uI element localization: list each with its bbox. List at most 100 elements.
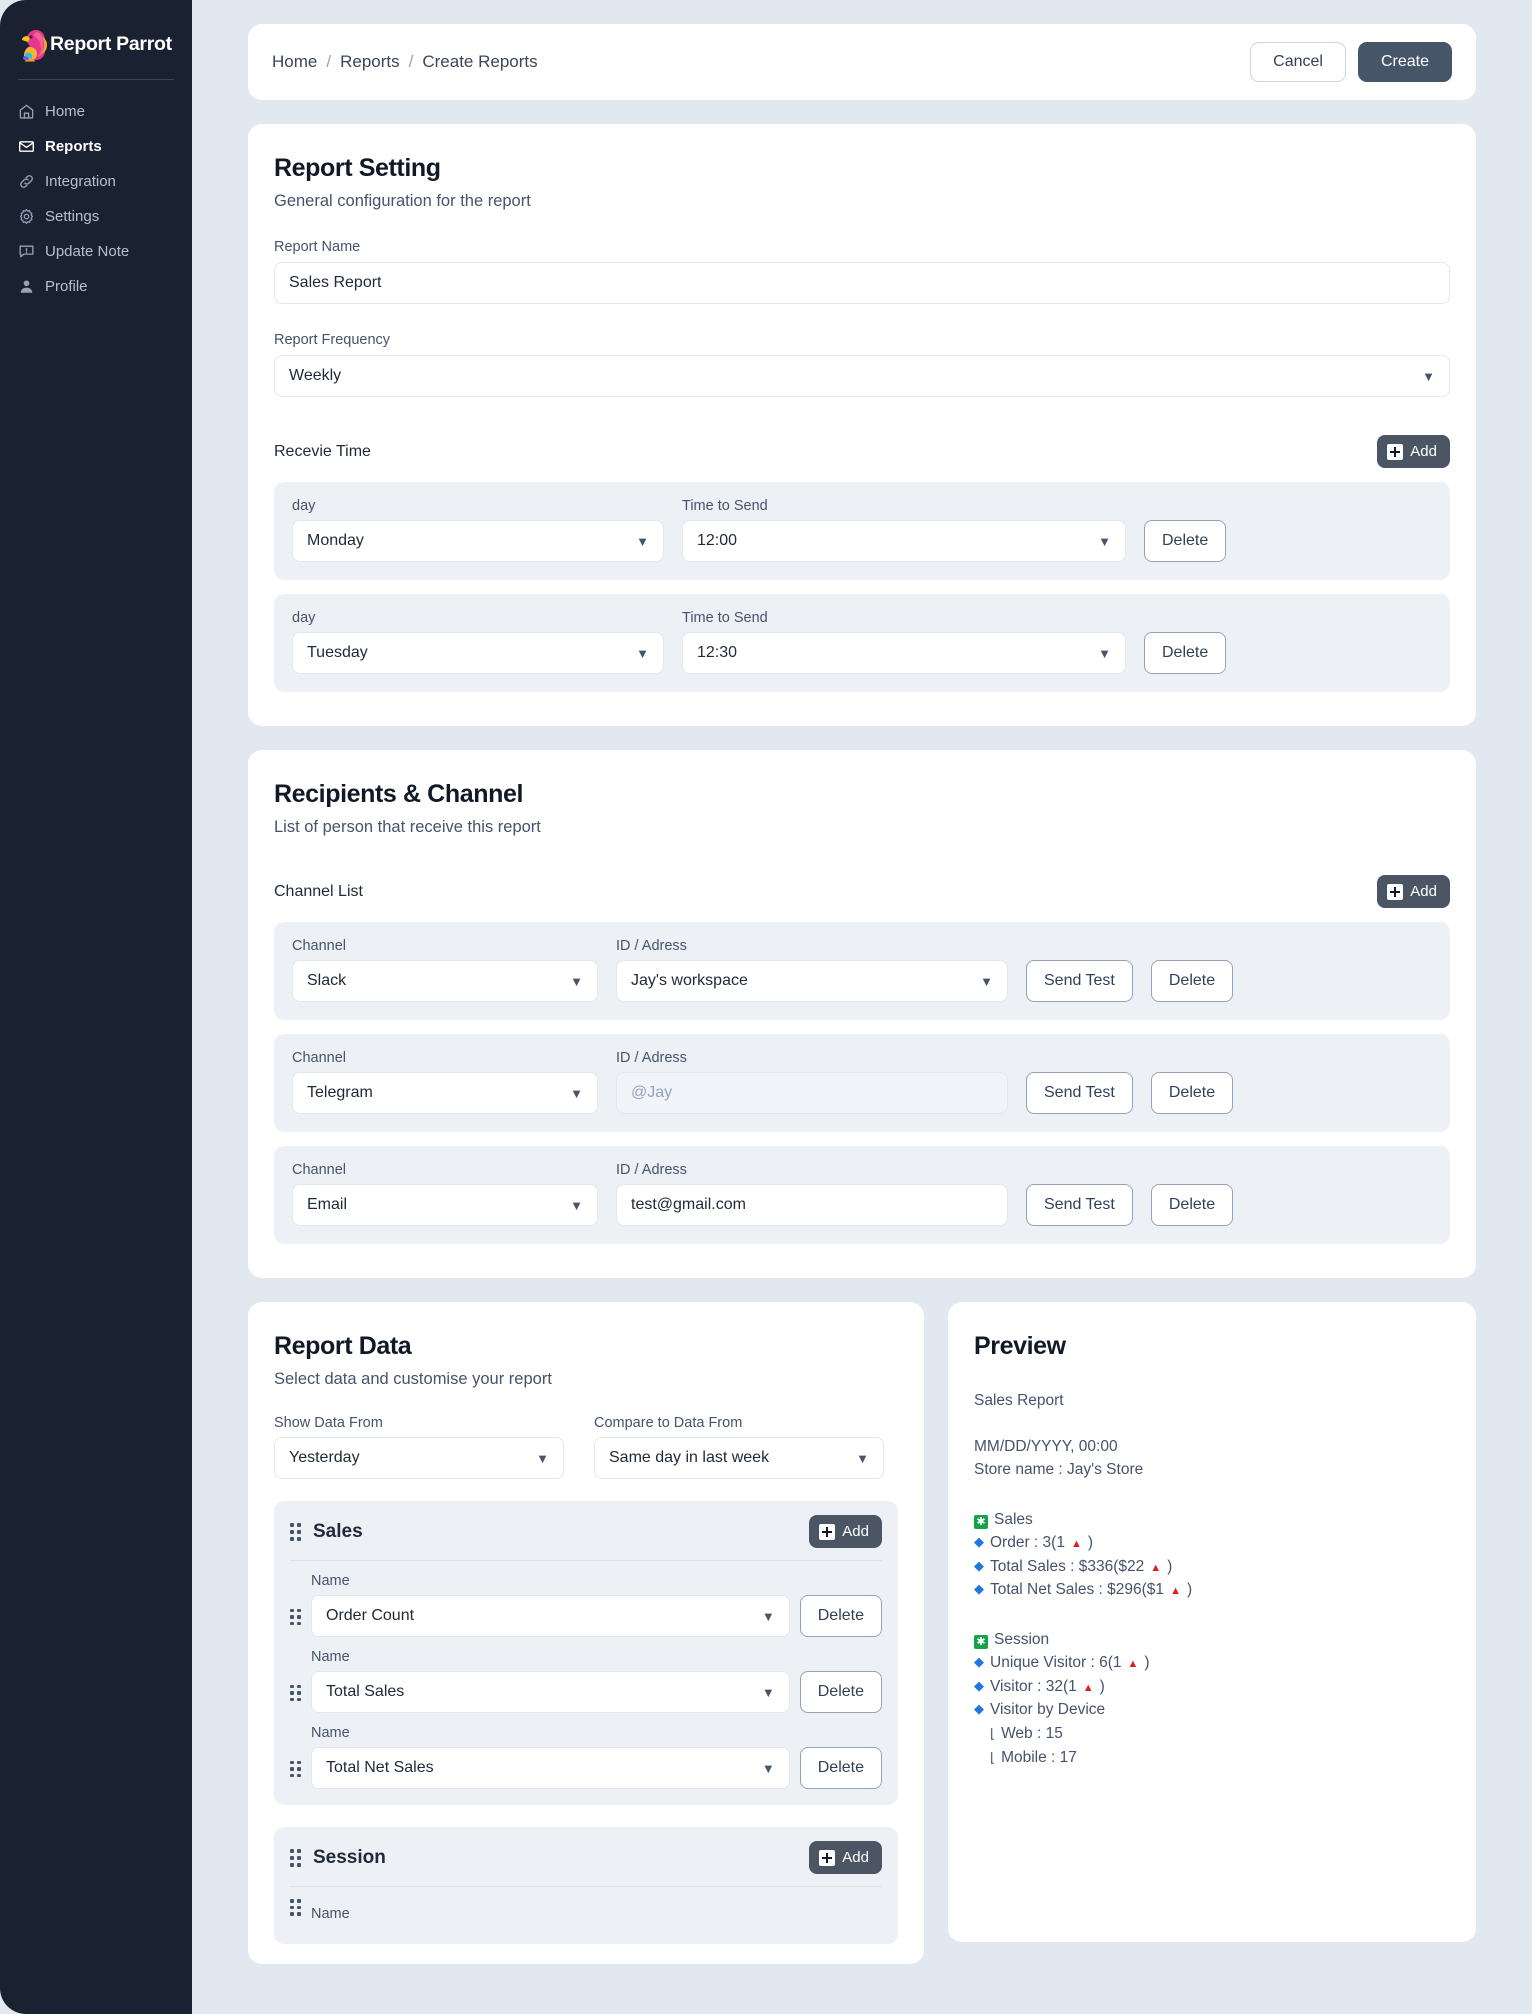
channel-label: Channel bbox=[292, 1162, 347, 1178]
address-input[interactable]: @Jay bbox=[616, 1072, 1008, 1114]
drag-handle-icon[interactable] bbox=[290, 1608, 301, 1638]
sidebar-item-label: Settings bbox=[45, 208, 100, 225]
metric-name-select[interactable]: Total Net Sales ▼ bbox=[311, 1747, 790, 1789]
metric-item: Name Order Count ▼ Delete bbox=[290, 1573, 882, 1637]
drag-handle-icon[interactable] bbox=[290, 1684, 301, 1714]
compare-data-from-label: Compare to Data From bbox=[594, 1415, 743, 1431]
delete-receive-time-button[interactable]: Delete bbox=[1144, 520, 1227, 562]
channel-value: Email bbox=[307, 1196, 348, 1213]
group-header: Sales Add bbox=[290, 1515, 882, 1548]
metric-name-value: Total Net Sales bbox=[326, 1759, 434, 1776]
delete-channel-button[interactable]: Delete bbox=[1150, 1072, 1234, 1114]
message-icon bbox=[18, 243, 35, 260]
preview-subitem: ⌊ Web : 15 bbox=[974, 1722, 1450, 1746]
send-test-button[interactable]: Send Test bbox=[1026, 960, 1133, 1002]
channel-field: Channel Email ▼ bbox=[292, 1162, 598, 1226]
sidebar-item-integration[interactable]: Integration bbox=[0, 164, 192, 199]
breadcrumb-separator: / bbox=[408, 52, 414, 71]
channel-value: Slack bbox=[307, 972, 347, 989]
metric-field: Name bbox=[311, 1906, 882, 1928]
delete-metric-button[interactable]: Delete bbox=[799, 1595, 882, 1637]
preview-metric: ◆ Visitor : 32(1 ▲) bbox=[974, 1675, 1450, 1699]
topbar: Home / Reports / Create Reports Cancel C… bbox=[248, 24, 1476, 100]
metric-name-select[interactable]: Total Sales ▼ bbox=[311, 1671, 790, 1713]
recipients-subtitle: List of person that receive this report bbox=[274, 818, 541, 836]
drag-handle-icon[interactable] bbox=[290, 1760, 301, 1790]
diamond-bullet-icon: ◆ bbox=[974, 1677, 984, 1693]
add-label: Add bbox=[1410, 883, 1437, 900]
preview-metric: ◆ Visitor by Device bbox=[974, 1698, 1450, 1722]
sidebar-item-label: Integration bbox=[45, 173, 116, 190]
sidebar-item-label: Update Note bbox=[45, 243, 130, 260]
breadcrumb-home[interactable]: Home bbox=[272, 52, 317, 72]
channel-select[interactable]: Slack ▼ bbox=[292, 960, 598, 1002]
time-select[interactable]: 12:30 ▼ bbox=[682, 632, 1126, 674]
send-test-button[interactable]: Send Test bbox=[1026, 1072, 1133, 1114]
compare-data-from-select[interactable]: Same day in last week ▼ bbox=[594, 1437, 884, 1479]
receive-time-label: Recevie Time bbox=[274, 442, 371, 460]
report-name-field: Report Name Sales Report bbox=[274, 239, 1450, 304]
delete-channel-button[interactable]: Delete bbox=[1150, 960, 1234, 1002]
preview-metric: ◆ Order : 3(1 ▲) bbox=[974, 1531, 1450, 1555]
channel-list-header: Channel List Add bbox=[274, 875, 1450, 908]
preview-metric: ◆ Unique Visitor : 6(1 ▲) bbox=[974, 1651, 1450, 1675]
report-data-section: Report Data Select data and customise yo… bbox=[248, 1302, 924, 1964]
envelope-icon bbox=[18, 138, 35, 155]
data-range-selectors: Show Data From Yesterday ▼ Compare to Da… bbox=[274, 1415, 898, 1479]
sparkle-icon: ✱ bbox=[974, 1514, 988, 1529]
corner-icon: ⌊ bbox=[990, 1749, 996, 1765]
address-input[interactable]: test@gmail.com bbox=[616, 1184, 1008, 1226]
delete-metric-button[interactable]: Delete bbox=[799, 1671, 882, 1713]
report-name-input[interactable]: Sales Report bbox=[274, 262, 1450, 304]
day-select[interactable]: Monday ▼ bbox=[292, 520, 664, 562]
show-data-from-select[interactable]: Yesterday ▼ bbox=[274, 1437, 564, 1479]
chevron-down-icon: ▼ bbox=[761, 1760, 775, 1776]
address-label: ID / Adress bbox=[616, 1162, 687, 1178]
person-icon bbox=[18, 278, 35, 295]
drag-handle-icon[interactable] bbox=[290, 1899, 301, 1928]
up-arrow-icon: ▲ bbox=[1127, 1658, 1139, 1671]
day-select[interactable]: Tuesday ▼ bbox=[292, 632, 664, 674]
show-data-from-value: Yesterday bbox=[289, 1449, 360, 1466]
add-label: Add bbox=[842, 1849, 869, 1866]
breadcrumb-create-reports[interactable]: Create Reports bbox=[422, 52, 537, 72]
drag-handle-icon[interactable] bbox=[290, 1848, 301, 1867]
delete-receive-time-button[interactable]: Delete bbox=[1144, 632, 1227, 674]
sidebar-item-profile[interactable]: Profile bbox=[0, 269, 192, 304]
create-button[interactable]: Create bbox=[1357, 42, 1452, 82]
sidebar-item-home[interactable]: Home bbox=[0, 94, 192, 129]
channel-select[interactable]: Email ▼ bbox=[292, 1184, 598, 1226]
compare-data-from-field: Compare to Data From Same day in last we… bbox=[594, 1415, 884, 1479]
data-group-sales: Sales Add Name Order Count ▼ Delete Name… bbox=[274, 1501, 898, 1805]
channel-row: Channel Email ▼ ID / Adress test@gmail.c… bbox=[274, 1146, 1450, 1244]
chevron-down-icon: ▼ bbox=[856, 1450, 869, 1466]
receive-time-header: Recevie Time Add bbox=[274, 435, 1450, 468]
add-sales-metric-button[interactable]: Add bbox=[809, 1515, 882, 1548]
channel-select[interactable]: Telegram ▼ bbox=[292, 1072, 598, 1114]
cancel-button[interactable]: Cancel bbox=[1250, 42, 1346, 82]
plus-icon bbox=[1387, 883, 1404, 900]
metric-name-select[interactable]: Order Count ▼ bbox=[311, 1595, 790, 1637]
sidebar-item-settings[interactable]: Settings bbox=[0, 199, 192, 234]
chevron-down-icon: ▼ bbox=[761, 1608, 775, 1624]
add-channel-button[interactable]: Add bbox=[1377, 875, 1450, 908]
delete-metric-button[interactable]: Delete bbox=[799, 1747, 882, 1789]
address-field: ID / Adress @Jay bbox=[616, 1050, 1008, 1114]
day-field: day Tuesday ▼ bbox=[292, 610, 664, 674]
add-receive-time-button[interactable]: Add bbox=[1377, 435, 1450, 468]
report-frequency-select[interactable]: Weekly ▼ bbox=[274, 355, 1450, 397]
sidebar-item-reports[interactable]: Reports bbox=[0, 129, 192, 164]
delete-channel-button[interactable]: Delete bbox=[1150, 1184, 1234, 1226]
add-session-metric-button[interactable]: Add bbox=[809, 1841, 882, 1874]
time-select[interactable]: 12:00 ▼ bbox=[682, 520, 1126, 562]
drag-handle-icon[interactable] bbox=[290, 1522, 301, 1541]
sidebar-item-update-note[interactable]: Update Note bbox=[0, 234, 192, 269]
address-select[interactable]: Jay's workspace ▼ bbox=[616, 960, 1008, 1002]
send-test-button[interactable]: Send Test bbox=[1026, 1184, 1133, 1226]
chevron-down-icon: ▼ bbox=[570, 1197, 583, 1213]
metric-field: Name Total Net Sales ▼ bbox=[311, 1725, 790, 1789]
chevron-down-icon: ▼ bbox=[1422, 368, 1435, 384]
breadcrumb-reports[interactable]: Reports bbox=[340, 52, 400, 72]
app-root: Report Parrot Home Reports Integration S… bbox=[0, 0, 1532, 2014]
page-title: Report Setting bbox=[274, 154, 441, 182]
